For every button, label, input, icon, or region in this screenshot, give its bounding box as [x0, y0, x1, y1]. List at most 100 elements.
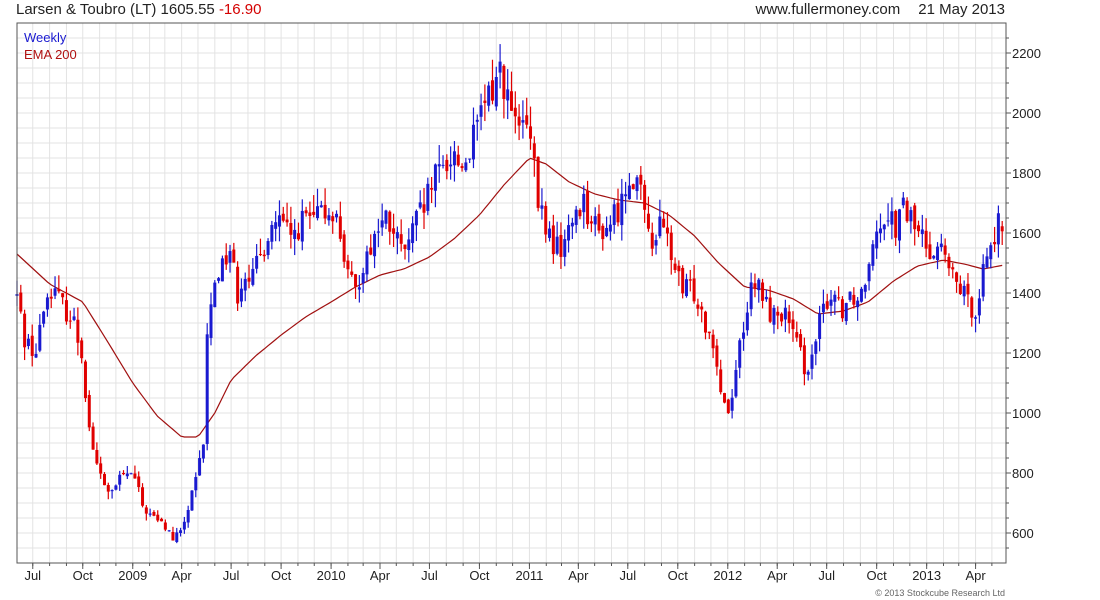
x-tick-label: Apr [568, 568, 589, 583]
candles [15, 44, 1004, 544]
candle-body [936, 246, 940, 261]
candle-body [251, 268, 255, 285]
candle [753, 273, 757, 298]
candle-body [464, 162, 468, 171]
candle-body [258, 254, 262, 256]
candle-body [540, 205, 544, 209]
candle [426, 177, 430, 216]
candle [487, 81, 491, 112]
candle-body [726, 399, 730, 414]
candle [981, 254, 985, 302]
candle [548, 221, 552, 242]
candle [795, 321, 799, 342]
candle [304, 206, 308, 217]
candle-body [354, 274, 358, 287]
candle [955, 271, 959, 293]
candle [83, 359, 87, 403]
candle-body [821, 303, 825, 313]
candle-body [395, 232, 399, 239]
candle [236, 261, 240, 311]
candle [833, 290, 837, 315]
candle-body [471, 124, 475, 160]
candle [544, 201, 548, 243]
candle [258, 238, 262, 257]
candle-body [787, 311, 791, 324]
candle-body [757, 279, 761, 291]
candle-body [719, 369, 723, 393]
y-tick-label: 600 [1012, 526, 1034, 541]
y-tick-label: 1400 [1012, 286, 1041, 301]
candle-body [308, 212, 312, 216]
candle [38, 313, 42, 353]
candle-body [68, 320, 72, 322]
candle-body [829, 299, 833, 306]
candle-body [658, 216, 662, 237]
candle [30, 324, 34, 367]
candle [308, 201, 312, 229]
candle-body [863, 285, 867, 292]
candle-body [837, 297, 841, 299]
candle [281, 206, 285, 223]
candle-body [867, 264, 871, 282]
candle [346, 254, 350, 279]
candle [331, 211, 335, 234]
x-tick-label: Apr [767, 568, 788, 583]
candle-body [574, 209, 578, 225]
candle-body [19, 292, 23, 312]
candle-body [494, 76, 498, 107]
x-tick-label: Jul [223, 568, 240, 583]
candle-body [532, 143, 536, 159]
y-tick-label: 1200 [1012, 346, 1041, 361]
candle-body [91, 426, 95, 450]
candle-body [955, 272, 959, 282]
candle [114, 484, 118, 491]
x-tick-label: Jul [818, 568, 835, 583]
candle [567, 214, 571, 253]
candle [106, 482, 110, 500]
candle-body [673, 263, 677, 270]
candle [49, 288, 53, 309]
candle [388, 210, 392, 245]
candle [403, 244, 407, 260]
candle-body [156, 514, 160, 521]
x-tick-label: Jul [421, 568, 438, 583]
candle-body [536, 156, 540, 208]
candle [312, 195, 316, 218]
candle-body [810, 354, 814, 369]
candle [384, 209, 388, 230]
candle [205, 323, 209, 451]
candle [342, 230, 346, 268]
candle [441, 155, 445, 169]
candle-body [681, 267, 685, 294]
candle-body [289, 222, 293, 235]
candle [521, 100, 525, 139]
candle-body [384, 210, 388, 224]
candle [110, 489, 114, 499]
candle-body [905, 200, 909, 222]
x-tick-label: Oct [73, 568, 94, 583]
candle-body [323, 204, 327, 219]
candle-body [772, 307, 776, 325]
candle-body [479, 105, 483, 117]
candle-body [376, 231, 380, 233]
candle [616, 188, 620, 227]
candle-body [34, 353, 38, 358]
candle-body [213, 282, 217, 308]
candle [924, 218, 928, 258]
candle-body [525, 115, 529, 125]
candle-body [118, 474, 122, 485]
candle [639, 166, 643, 200]
candle [452, 141, 456, 182]
y-tick-label: 2000 [1012, 106, 1041, 121]
candle [186, 505, 190, 528]
candle-body [593, 216, 597, 225]
candle-body [110, 490, 114, 492]
candle [45, 293, 49, 317]
candle [703, 310, 707, 340]
candle-body [262, 254, 266, 257]
candle-body [125, 473, 129, 477]
candle [650, 222, 654, 257]
candle-body [26, 338, 30, 347]
candle [209, 292, 213, 346]
candle-body [122, 472, 126, 475]
